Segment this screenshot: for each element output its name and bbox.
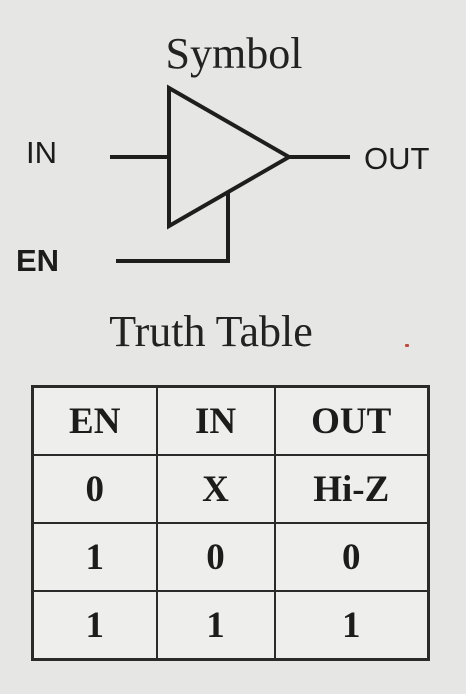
stray-mark (405, 344, 409, 347)
table-row: 1 1 1 (31, 590, 430, 661)
buffer-triangle (167, 84, 294, 230)
table-row: 1 0 0 (31, 522, 430, 592)
truth-table-title: Truth Table (109, 307, 313, 356)
cell-in: 1 (155, 590, 276, 661)
cell-en: 1 (31, 522, 158, 592)
truth-table-header-row: EN IN OUT (31, 385, 430, 456)
cell-en: 1 (31, 590, 158, 661)
output-pin-label: OUT (364, 141, 430, 176)
cell-in: X (155, 454, 276, 524)
header-en: EN (31, 385, 158, 456)
symbol-title: Symbol (165, 29, 303, 78)
input-pin-label: IN (26, 135, 57, 170)
table-row: 0 X Hi-Z (31, 454, 430, 524)
header-out: OUT (273, 385, 430, 456)
cell-en: 0 (31, 454, 158, 524)
header-in: IN (155, 385, 276, 456)
enable-pin-label: EN (16, 243, 60, 278)
cell-out: 0 (273, 522, 430, 592)
truth-table: EN IN OUT 0 X Hi-Z 1 0 0 1 1 1 (31, 385, 430, 661)
cell-out: 1 (273, 590, 430, 661)
cell-in: 0 (155, 522, 276, 592)
enable-wire (116, 192, 230, 263)
cell-out: Hi-Z (273, 454, 430, 524)
